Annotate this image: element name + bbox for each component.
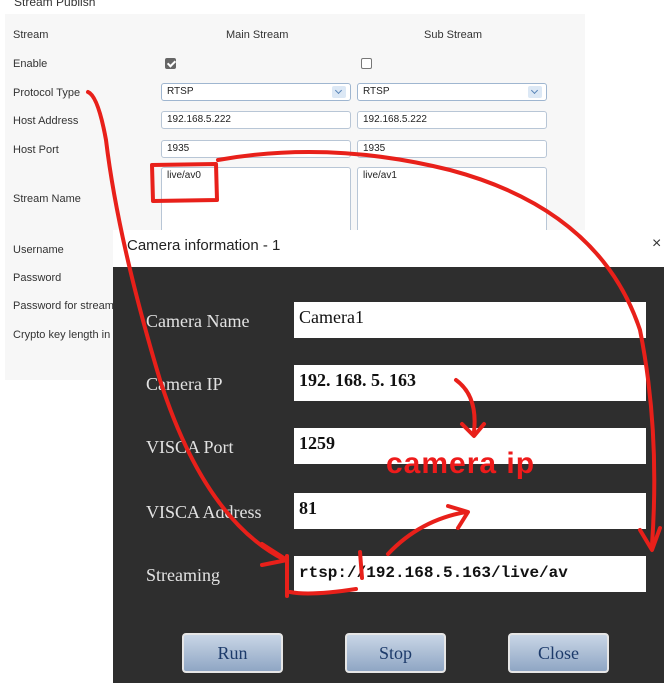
- visca-address-input[interactable]: 81: [294, 493, 646, 529]
- stream-column-label: Stream: [13, 29, 49, 41]
- password-label: Password: [13, 272, 62, 284]
- host-address-label: Host Address: [13, 115, 79, 127]
- run-button[interactable]: Run: [182, 633, 283, 673]
- visca-port-label: VISCA Port: [146, 437, 234, 457]
- section-title: Stream Publish: [14, 0, 96, 8]
- chevron-down-icon: [528, 86, 542, 98]
- main-protocol-select[interactable]: RTSP: [161, 83, 351, 101]
- camera-ip-annotation: camera ip: [386, 447, 536, 480]
- close-icon[interactable]: ×: [652, 235, 661, 253]
- sub-host-port-input[interactable]: 1935: [357, 140, 547, 158]
- password-encrypt-label: Password for stream e: [13, 300, 124, 312]
- host-port-label: Host Port: [13, 144, 59, 156]
- camera-ip-label: Camera IP: [146, 374, 223, 394]
- enable-label: Enable: [13, 58, 48, 70]
- sub-enable-checkbox[interactable]: [361, 58, 372, 69]
- main-protocol-value: RTSP: [167, 86, 194, 97]
- sub-stream-header: Sub Stream: [424, 29, 483, 41]
- main-host-port-input[interactable]: 1935: [161, 140, 351, 158]
- username-label: Username: [13, 244, 64, 256]
- camera-name-label: Camera Name: [146, 311, 250, 331]
- sub-protocol-select[interactable]: RTSP: [357, 83, 547, 101]
- visca-address-label: VISCA Address: [146, 502, 262, 522]
- chevron-down-icon: [332, 86, 346, 98]
- main-enable-checkbox[interactable]: [165, 58, 176, 69]
- crypto-key-length-label: Crypto key length in by: [13, 329, 125, 341]
- protocol-type-label: Protocol Type: [13, 87, 81, 99]
- camera-name-input[interactable]: Camera1: [294, 302, 646, 338]
- close-button[interactable]: Close: [508, 633, 609, 673]
- main-stream-header: Main Stream: [226, 29, 289, 41]
- stream-name-label: Stream Name: [13, 193, 81, 205]
- streaming-label: Streaming: [146, 565, 220, 585]
- dialog-title: Camera information - 1: [127, 237, 281, 254]
- sub-protocol-value: RTSP: [363, 86, 390, 97]
- streaming-url-input[interactable]: rtsp://192.168.5.163/live/av: [294, 556, 646, 592]
- main-host-address-input[interactable]: 192.168.5.222: [161, 111, 351, 129]
- sub-host-address-input[interactable]: 192.168.5.222: [357, 111, 547, 129]
- stop-button[interactable]: Stop: [345, 633, 446, 673]
- camera-ip-input[interactable]: 192. 168. 5. 163: [294, 365, 646, 401]
